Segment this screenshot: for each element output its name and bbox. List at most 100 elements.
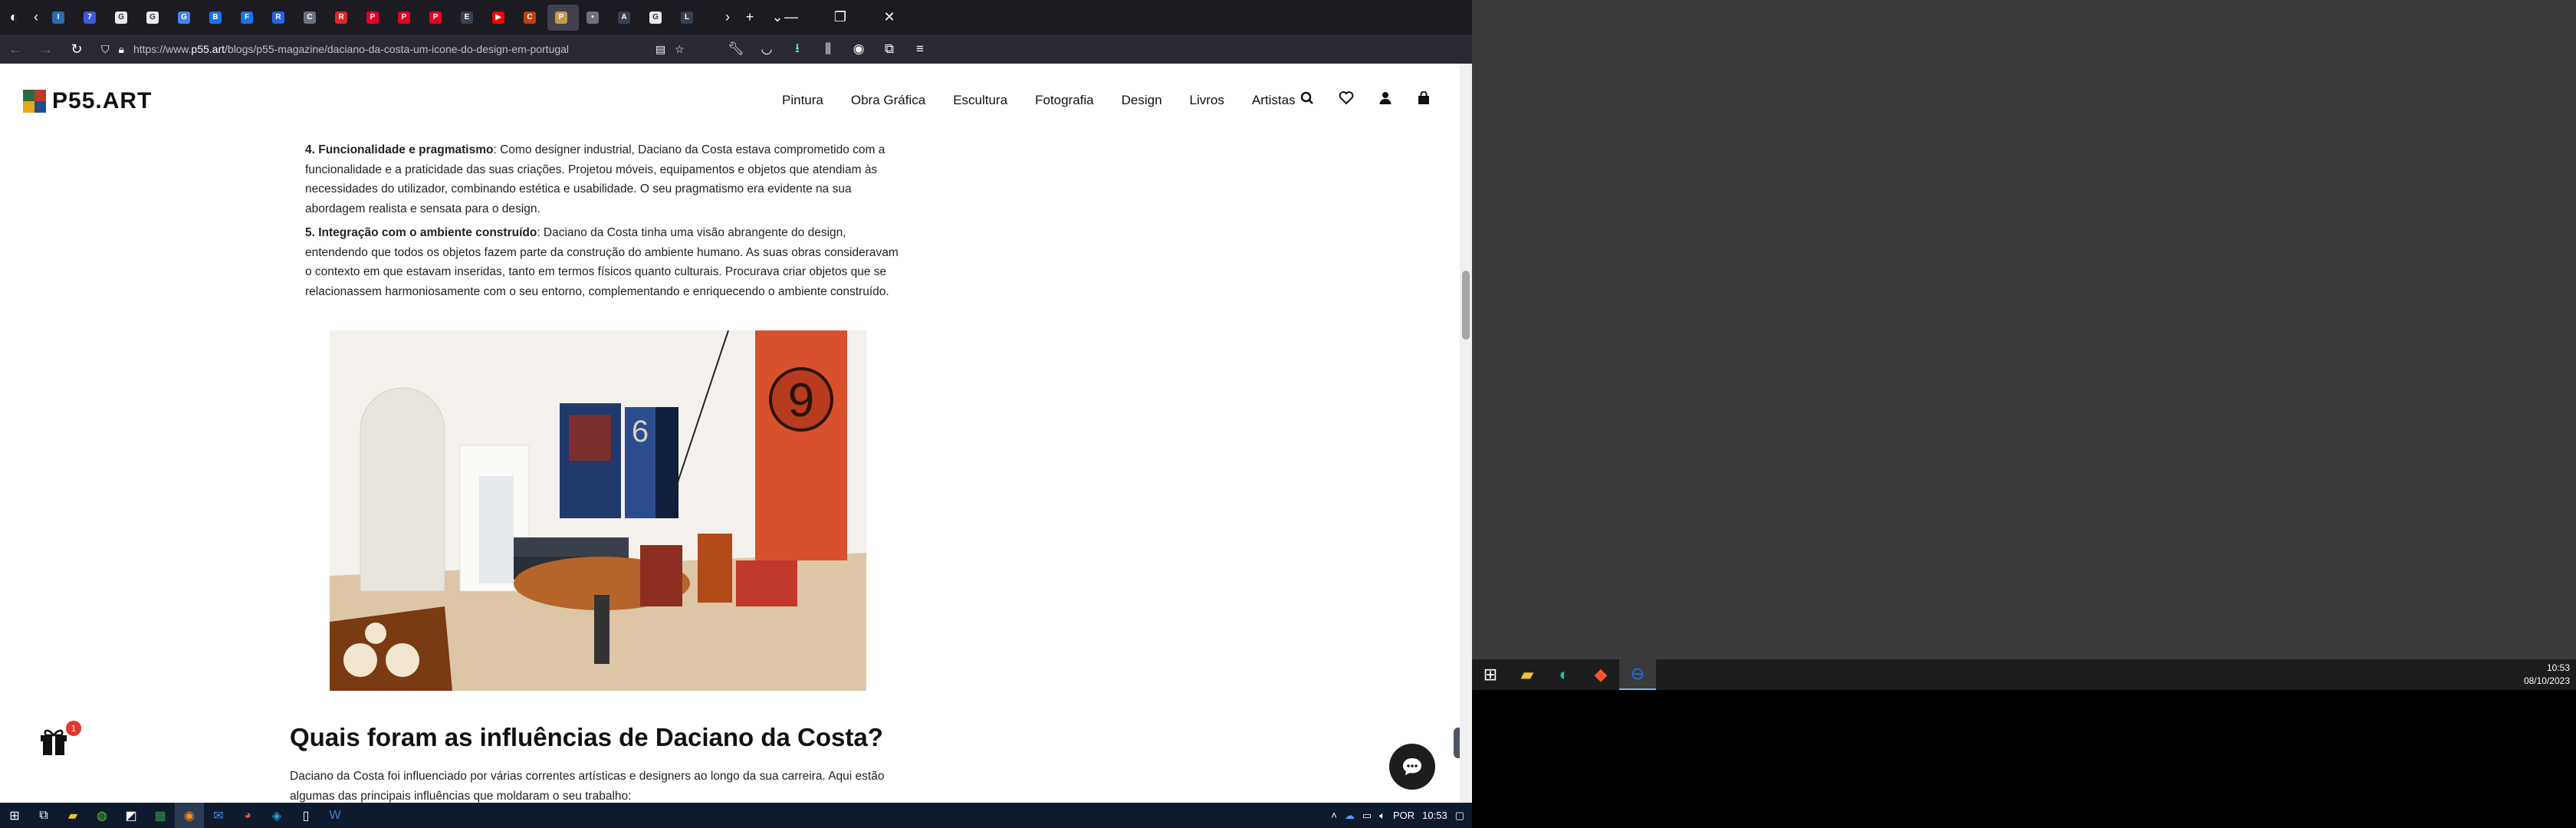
firefox-view-icon[interactable]: ◐ <box>0 9 28 25</box>
show-hidden-icons-icon[interactable]: ˄ <box>1331 810 1337 821</box>
outlook-icon[interactable]: ✉ <box>204 803 233 828</box>
taskbar-clock[interactable]: 10:53 <box>1422 810 1447 821</box>
vscode-icon[interactable]: ◈ <box>262 803 291 828</box>
bookmark-star-icon[interactable]: ☆ <box>675 43 685 56</box>
browser-tab[interactable]: ▶Nom <box>485 0 516 34</box>
web-page: P55.ART Pintura Obra Gráfica Escultura F… <box>0 64 1472 803</box>
file-explorer-icon[interactable]: ▰ <box>58 803 87 828</box>
secondary-date: 08/10/2023 <box>2523 675 2570 686</box>
language-indicator[interactable]: POR <box>1393 810 1414 821</box>
edge-icon[interactable]: ◐ <box>1546 659 1582 690</box>
teamviewer-icon[interactable]: ⊖ <box>1619 659 1656 690</box>
browser-tab[interactable]: CCdC <box>296 0 327 34</box>
brave-icon[interactable]: ◆ <box>1582 659 1619 690</box>
wishlist-heart-icon[interactable] <box>1339 91 1354 109</box>
volume-icon[interactable]: 🔈︎ <box>1379 810 1385 822</box>
search-icon[interactable] <box>1300 91 1314 109</box>
account-icon[interactable]: ◉ <box>843 41 874 57</box>
browser-tab[interactable]: GBeme <box>139 0 170 34</box>
browser-tab[interactable]: Gdacia <box>642 0 673 34</box>
firefox-icon[interactable]: ◉ <box>175 803 204 828</box>
cart-bag-icon[interactable] <box>1417 90 1431 109</box>
browser-tab[interactable]: P(343) <box>359 0 390 34</box>
url-bar[interactable]: ⛉ 🔒︎ https://www.p55.art/blogs/p55-magaz… <box>92 38 690 60</box>
gift-badge: 1 <box>66 721 81 736</box>
browser-tab[interactable]: LLinha <box>673 0 705 34</box>
devtools-icon[interactable]: 🔧︎ <box>721 41 751 57</box>
tab-favicon-icon: G <box>649 11 662 24</box>
browser-tab[interactable]: AA Ob <box>610 0 642 34</box>
browser-tab[interactable]: RRCAA <box>327 0 359 34</box>
list-item-4: 4. Funcionalidade e pragmatismo: Como de… <box>305 140 903 219</box>
browser-tab[interactable]: GGDG <box>170 0 202 34</box>
tab-favicon-icon: C <box>524 11 536 24</box>
lock-icon[interactable]: 🔒︎ <box>119 43 124 56</box>
reload-icon[interactable]: ↻ <box>61 34 92 64</box>
browser-tab[interactable]: CDacio <box>516 0 547 34</box>
close-window-icon[interactable]: ✕ <box>865 0 914 34</box>
browser-tab[interactable]: P(343) <box>390 0 422 34</box>
browser-tab[interactable]: EEduca <box>453 0 485 34</box>
browser-tab[interactable]: P(343) <box>422 0 453 34</box>
nav-item-pintura[interactable]: Pintura <box>782 93 823 108</box>
onedrive-icon[interactable]: ☁ <box>1345 810 1355 822</box>
browser-tab[interactable]: RRUL <box>264 0 296 34</box>
tab-favicon-icon: R <box>272 11 284 24</box>
scrollbar-thumb[interactable] <box>1462 271 1470 340</box>
chat-bubble-icon[interactable] <box>1389 744 1435 790</box>
extensions-icon[interactable]: ⧉ <box>874 41 905 57</box>
document-icon[interactable]: ▯ <box>291 803 320 828</box>
nav-item-design[interactable]: Design <box>1122 93 1162 108</box>
minimize-icon[interactable]: — <box>767 0 816 34</box>
url-text[interactable]: https://www.p55.art/blogs/p55-magazine/d… <box>133 43 569 55</box>
browser-tab[interactable]: PDacia <box>547 4 579 31</box>
secondary-clock[interactable]: 10:53 08/10/2023 <box>2524 662 2570 688</box>
start-icon[interactable]: ⊞ <box>0 803 29 828</box>
browser-tab[interactable]: FFunda <box>233 0 264 34</box>
reader-view-icon[interactable]: ▤ <box>656 43 665 56</box>
app-green-icon[interactable]: ◍ <box>87 803 117 828</box>
tab-favicon-icon: I <box>52 11 64 24</box>
menu-icon[interactable]: ≡ <box>905 41 935 57</box>
notifications-icon[interactable]: ▢ <box>1455 810 1464 822</box>
word-icon[interactable]: W <box>320 803 350 828</box>
nav-item-obra-grafica[interactable]: Obra Gráfica <box>851 93 925 108</box>
browser-tab[interactable]: GExpe <box>107 0 139 34</box>
site-header: P55.ART Pintura Obra Gráfica Escultura F… <box>0 64 1472 140</box>
tab-favicon-icon: • <box>586 11 599 24</box>
shield-icon[interactable]: ⛉ <box>101 43 110 56</box>
page-scrollbar[interactable] <box>1460 64 1472 803</box>
file-explorer-icon-2[interactable]: ▰ <box>1509 659 1546 690</box>
restore-icon[interactable]: ❐ <box>816 0 865 34</box>
tab-favicon-icon: E <box>461 11 473 24</box>
browser-tab[interactable]: IIngr <box>44 0 76 34</box>
pocket-icon[interactable]: ◡ <box>751 41 782 57</box>
tab-favicon-icon: R <box>335 11 347 24</box>
network-icon[interactable]: ▭ <box>1362 810 1372 822</box>
account-user-icon[interactable] <box>1378 91 1392 109</box>
browser-tab[interactable]: 77321 <box>76 0 107 34</box>
new-tab-icon[interactable]: + <box>736 9 764 25</box>
nav-item-livros[interactable]: Livros <box>1190 93 1224 108</box>
list-item-5: 5. Integração com o ambiente construído:… <box>305 223 903 301</box>
downloads-icon[interactable]: ⭳ <box>782 38 813 61</box>
back-icon[interactable]: ← <box>0 34 31 64</box>
chrome-icon[interactable]: ◕ <box>233 803 262 828</box>
nav-item-fotografia[interactable]: Fotografia <box>1035 93 1094 108</box>
desktop-background <box>1472 0 2576 659</box>
start-icon-2[interactable]: ⊞ <box>1472 659 1509 690</box>
app-spreadsheet-icon[interactable]: ▦ <box>146 803 175 828</box>
system-tray: ˄ ☁ ▭ 🔈︎ POR 10:53 ▢ <box>1331 803 1472 828</box>
forward-icon[interactable]: → <box>31 34 61 64</box>
scroll-tabs-right-icon[interactable]: › <box>719 9 736 25</box>
site-logo[interactable]: P55.ART <box>23 88 152 114</box>
primary-display: ◐ ‹ IIngr77321GExpeGBemeGGDGBBaseFFundaR… <box>0 0 1472 828</box>
nav-item-artistas[interactable]: Artistas <box>1252 93 1296 108</box>
browser-tab[interactable]: •Dacio <box>579 0 610 34</box>
nav-item-escultura[interactable]: Escultura <box>953 93 1007 108</box>
scroll-tabs-left-icon[interactable]: ‹ <box>28 9 44 25</box>
library-icon[interactable]: ⫼ <box>813 41 843 57</box>
task-view-icon[interactable]: ⧉ <box>29 803 58 828</box>
app-dark-icon[interactable]: ◩ <box>117 803 146 828</box>
browser-tab[interactable]: BBase <box>202 0 233 34</box>
